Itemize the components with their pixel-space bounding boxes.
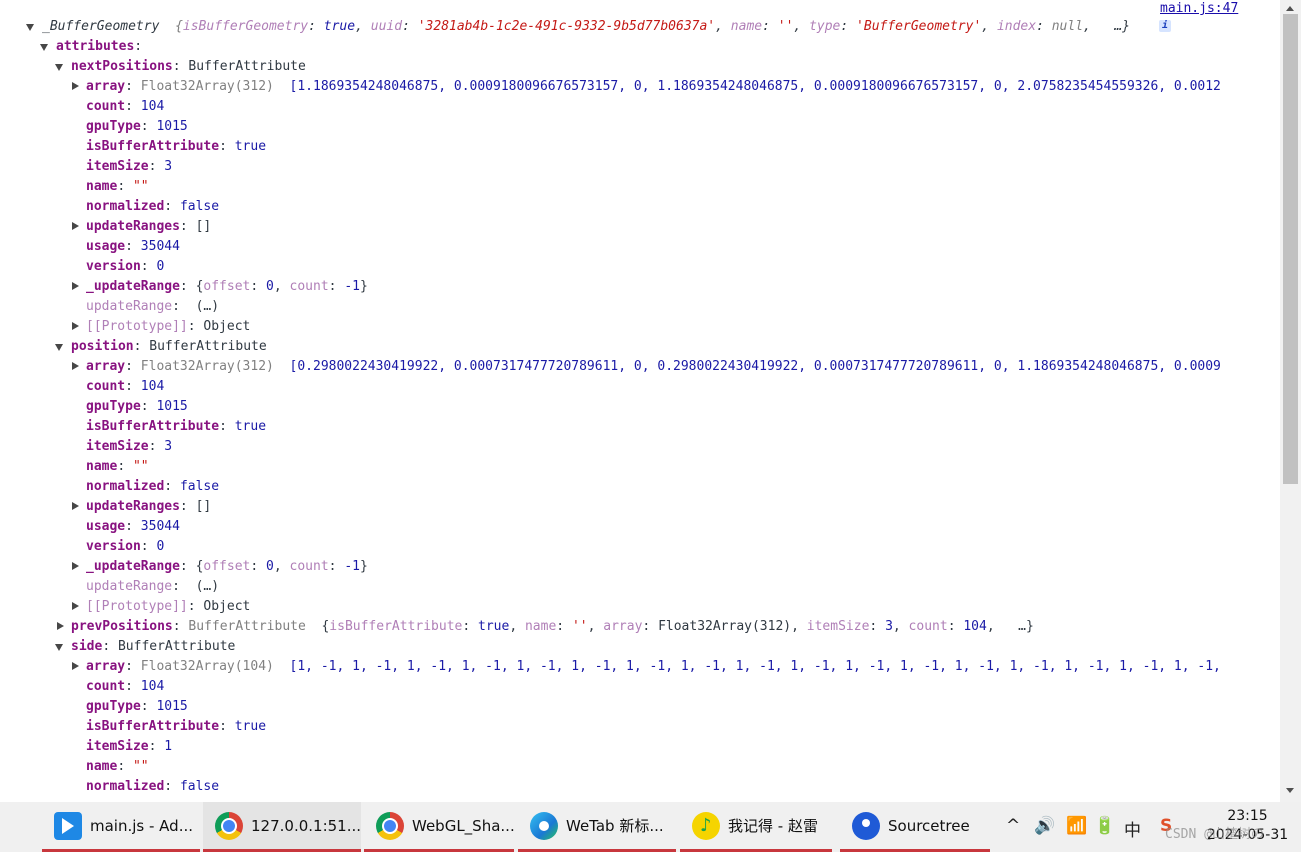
private-update-range-row[interactable]: _updateRange: {offset: 0, count: -1} bbox=[0, 277, 1250, 297]
private-update-range-row[interactable]: _updateRange: {offset: 0, count: -1} bbox=[0, 557, 1250, 577]
prop-row: usage: 35044 bbox=[86, 239, 180, 254]
source-link[interactable]: main.js:47 bbox=[1160, 0, 1238, 18]
prop-row: version: 0 bbox=[86, 259, 165, 274]
prop-row: isBufferAttribute: true bbox=[86, 139, 267, 154]
taskbar-app-edge-wetab[interactable]: WeTab 新标... bbox=[518, 802, 676, 852]
prop-row: gpuType: 1015 bbox=[86, 399, 188, 414]
prop-row: count: 104 bbox=[86, 99, 165, 114]
taskbar-app-vscode[interactable]: main.js - Ad... bbox=[42, 802, 200, 852]
taskbar-app-sourcetree[interactable]: Sourcetree bbox=[840, 802, 990, 852]
devtools-console: main.js:47 i _BufferGeometry {isBufferGe… bbox=[0, 0, 1280, 802]
getter-row[interactable]: updateRange: (…) bbox=[0, 577, 1250, 597]
expand-triangle-icon[interactable] bbox=[40, 44, 48, 51]
scroll-down-arrow-icon[interactable] bbox=[1286, 788, 1294, 793]
next-positions-row[interactable]: nextPositions: BufferAttribute bbox=[0, 57, 1250, 77]
prop-row: name: "" bbox=[86, 179, 149, 194]
prototype-row[interactable]: [[Prototype]]: Object bbox=[0, 317, 1250, 337]
csdn-watermark: CSDN @山楂树の bbox=[1165, 827, 1264, 842]
wifi-icon[interactable]: 📶 bbox=[1066, 816, 1087, 836]
expand-triangle-icon[interactable] bbox=[72, 322, 79, 330]
vscode-icon bbox=[54, 811, 82, 840]
prop-row: count: 104 bbox=[86, 379, 165, 394]
prop-row: name: "" bbox=[86, 459, 149, 474]
prop-row: normalized: false bbox=[86, 199, 220, 214]
prop-row: version: 0 bbox=[86, 539, 165, 554]
scroll-up-arrow-icon[interactable] bbox=[1286, 6, 1294, 11]
prop-row: isBufferAttribute: true bbox=[86, 419, 267, 434]
sourcetree-icon bbox=[852, 811, 880, 840]
edge-icon bbox=[530, 811, 558, 840]
volume-icon[interactable]: 🔊 bbox=[1034, 816, 1055, 836]
taskbar-app-chrome-localhost[interactable]: 127.0.0.1:51... bbox=[203, 802, 361, 852]
prop-row: itemSize: 1 bbox=[86, 739, 173, 754]
expand-triangle-icon[interactable] bbox=[72, 222, 79, 230]
side-array-row[interactable]: array: Float32Array(104) [1, -1, 1, -1, … bbox=[0, 657, 1250, 677]
taskbar-app-chrome-webgl[interactable]: WebGL_Sha... bbox=[364, 802, 515, 852]
expand-triangle-icon[interactable] bbox=[72, 282, 79, 290]
position-array-row[interactable]: array: Float32Array(312) [0.298002243041… bbox=[0, 357, 1250, 377]
prop-row: itemSize: 3 bbox=[86, 439, 173, 454]
ime-indicator[interactable]: 中 bbox=[1124, 816, 1141, 841]
prop-row: normalized: false bbox=[86, 779, 220, 794]
prop-row: usage: 35044 bbox=[86, 519, 180, 534]
expand-triangle-icon[interactable] bbox=[72, 662, 79, 670]
expand-triangle-icon[interactable] bbox=[72, 502, 79, 510]
attributes-row[interactable]: attributes: bbox=[0, 37, 1250, 57]
update-ranges-row[interactable]: updateRanges: [] bbox=[0, 217, 1250, 237]
windows-taskbar: main.js - Ad... 127.0.0.1:51... WebGL_Sh… bbox=[0, 802, 1301, 852]
expand-triangle-icon[interactable] bbox=[55, 64, 63, 71]
vertical-scrollbar[interactable] bbox=[1280, 0, 1301, 802]
expand-triangle-icon[interactable] bbox=[72, 602, 79, 610]
console-row-header[interactable]: _BufferGeometry {isBufferGeometry: true,… bbox=[0, 17, 1250, 37]
taskbar-app-music[interactable]: 我记得 - 赵雷 bbox=[680, 802, 832, 852]
chrome-icon bbox=[215, 811, 243, 840]
music-player-icon bbox=[692, 811, 720, 840]
update-ranges-row[interactable]: updateRanges: [] bbox=[0, 497, 1250, 517]
battery-icon[interactable]: 🔋 bbox=[1094, 816, 1115, 836]
expand-triangle-icon[interactable] bbox=[72, 562, 79, 570]
getter-row[interactable]: updateRange: (…) bbox=[0, 297, 1250, 317]
prop-row: itemSize: 3 bbox=[86, 159, 173, 174]
object-class-name: _BufferGeometry bbox=[42, 19, 160, 34]
invoke-getter-button[interactable]: (…) bbox=[196, 299, 219, 314]
next-positions-array-row[interactable]: array: Float32Array(312) [1.186935424804… bbox=[0, 77, 1250, 97]
chrome-icon bbox=[376, 811, 404, 840]
prop-row: gpuType: 1015 bbox=[86, 119, 188, 134]
expand-triangle-icon[interactable] bbox=[55, 644, 63, 651]
tray-chevron-icon[interactable]: ^ bbox=[1006, 816, 1020, 836]
prop-row: gpuType: 1015 bbox=[86, 699, 188, 714]
prev-positions-row[interactable]: prevPositions: BufferAttribute {isBuffer… bbox=[0, 617, 1250, 637]
prop-row: count: 104 bbox=[86, 679, 165, 694]
invoke-getter-button[interactable]: (…) bbox=[196, 579, 219, 594]
expand-triangle-icon[interactable] bbox=[55, 344, 63, 351]
expand-triangle-icon[interactable] bbox=[72, 362, 79, 370]
prop-row: name: "" bbox=[86, 759, 149, 774]
scroll-thumb[interactable] bbox=[1283, 14, 1298, 484]
prototype-row[interactable]: [[Prototype]]: Object bbox=[0, 597, 1250, 617]
side-row[interactable]: side: BufferAttribute bbox=[0, 637, 1250, 657]
prop-row: normalized: false bbox=[86, 479, 220, 494]
expand-triangle-icon[interactable] bbox=[72, 82, 79, 90]
expand-triangle-icon[interactable] bbox=[57, 622, 64, 630]
expand-triangle-icon[interactable] bbox=[26, 24, 34, 31]
prop-row: isBufferAttribute: true bbox=[86, 719, 267, 734]
position-row[interactable]: position: BufferAttribute bbox=[0, 337, 1250, 357]
